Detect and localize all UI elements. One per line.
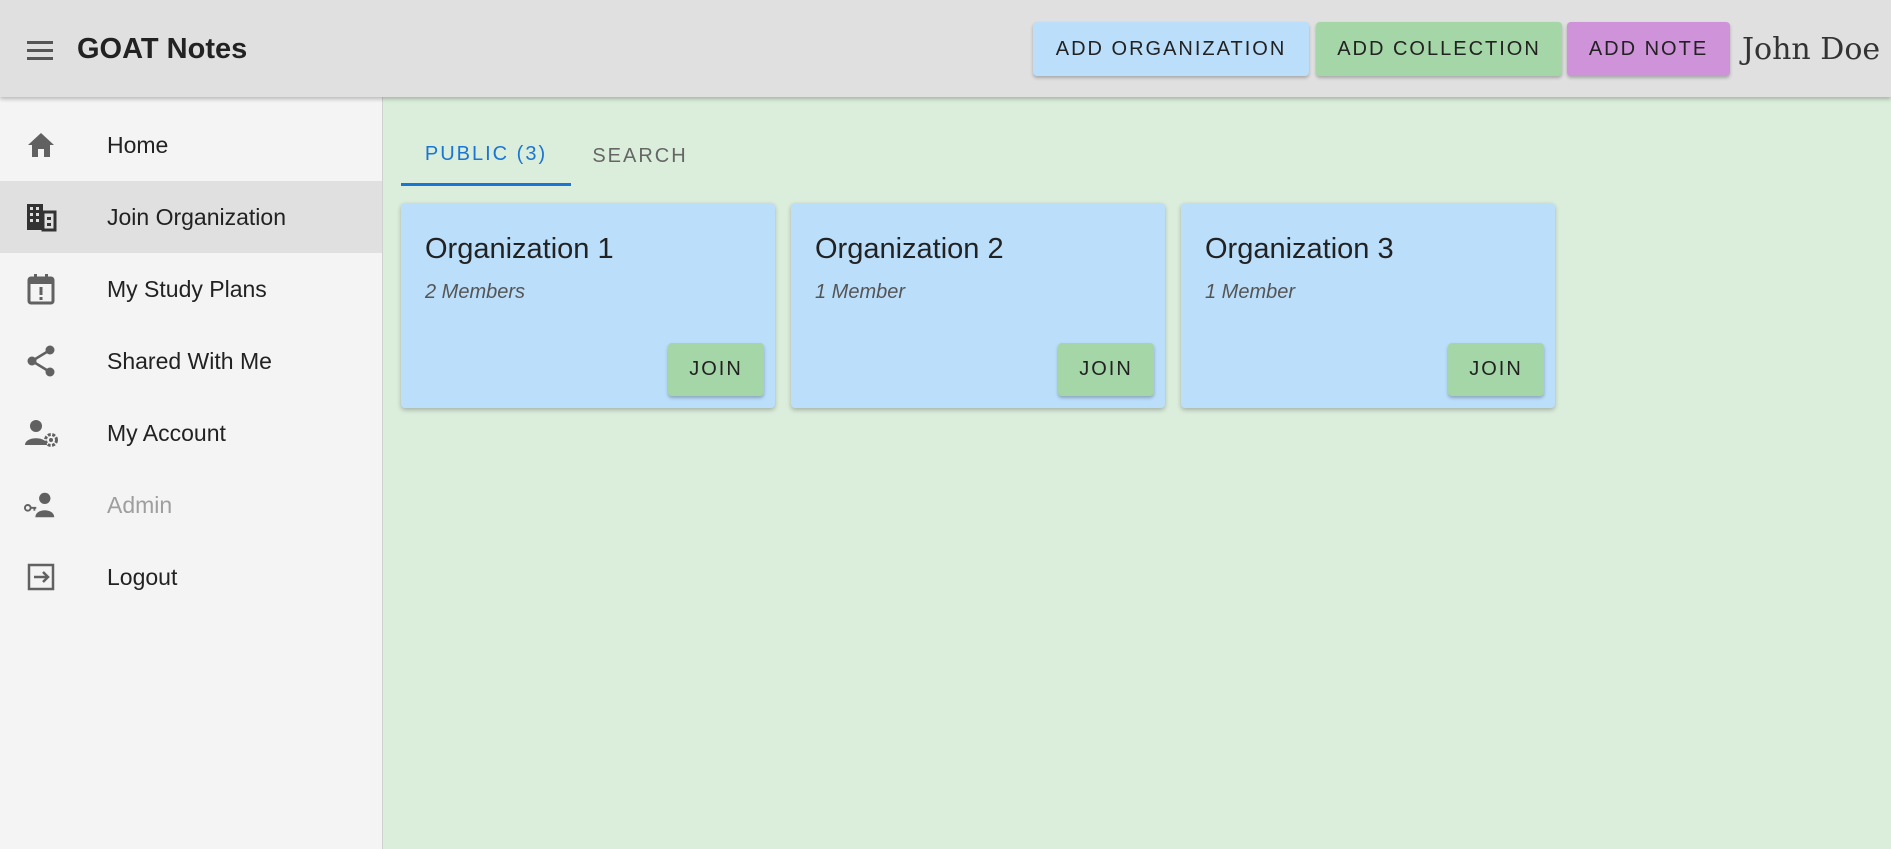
sidebar-item-label: My Study Plans [107,275,267,302]
app-bar: GOAT Notes ADD ORGANIZATION ADD COLLECTI… [0,0,1891,97]
sidebar-item-home[interactable]: Home [0,109,382,181]
add-organization-button[interactable]: ADD ORGANIZATION [1033,22,1309,76]
tab-public[interactable]: PUBLIC (3) [401,126,571,186]
sidebar-item-shared-with-me[interactable]: Shared With Me [0,325,382,397]
share-icon [24,344,58,378]
home-icon [24,128,58,162]
sidebar-item-my-account[interactable]: My Account [0,397,382,469]
sidebar-item-join-organization[interactable]: Join Organization [0,181,382,253]
add-collection-button[interactable]: ADD COLLECTION [1316,22,1562,76]
sidebar-item-logout[interactable]: Logout [0,541,382,613]
organization-name: Organization 1 [425,233,614,265]
sidebar-item-label: My Account [107,419,226,446]
add-note-button[interactable]: ADD NOTE [1567,22,1730,76]
tab-search[interactable]: SEARCH [571,126,709,186]
join-button[interactable]: JOIN [1058,343,1154,396]
organization-name: Organization 3 [1205,233,1394,265]
join-button[interactable]: JOIN [668,343,764,396]
join-button[interactable]: JOIN [1448,343,1544,396]
organization-card: Organization 1 2 Members JOIN [401,203,775,408]
sidebar-item-label: Logout [107,563,178,590]
calendar-alert-icon [24,272,58,306]
organization-name: Organization 2 [815,233,1004,265]
sidebar-item-admin: Admin [0,469,382,541]
sidebar-item-label: Shared With Me [107,347,272,374]
sidebar-item-label: Home [107,131,169,158]
organization-member-count: 1 Member [815,281,906,303]
logout-icon [24,560,58,594]
organization-card: Organization 2 1 Member JOIN [791,203,1165,408]
organization-member-count: 1 Member [1205,281,1296,303]
admin-key-icon [24,488,58,522]
building-icon [24,200,58,234]
sidebar-item-label: Join Organization [107,203,286,230]
user-name[interactable]: John Doe [1742,30,1880,70]
sidebar-item-my-study-plans[interactable]: My Study Plans [0,253,382,325]
organization-card: Organization 3 1 Member JOIN [1181,203,1555,408]
sidebar: Home Join Organization My Study Plans Sh… [0,97,383,849]
menu-icon[interactable] [20,30,60,70]
app-title: GOAT Notes [77,33,248,65]
account-settings-icon [24,416,58,450]
sidebar-item-label: Admin [107,491,173,518]
organization-member-count: 2 Members [425,281,526,303]
